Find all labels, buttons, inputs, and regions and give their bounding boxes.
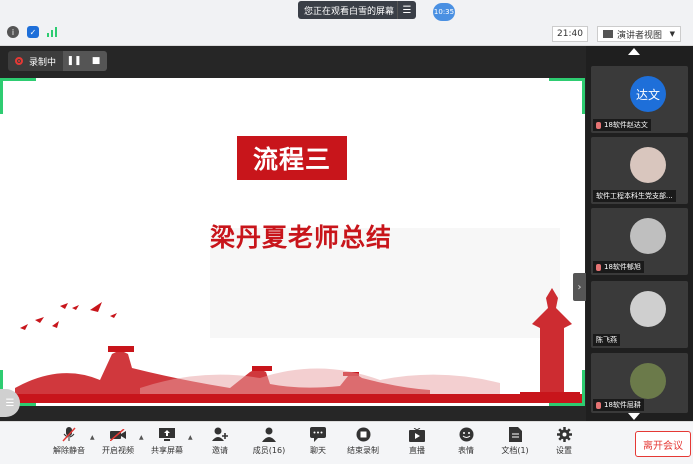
stop-recording-toolbar-button[interactable]: 结束录制 (341, 427, 385, 461)
participant-name: 软件工程本科生党支部... (593, 190, 676, 202)
camera-off-icon (110, 427, 126, 442)
shared-screen-area: 录制中 ❚❚ ■ 流程三 梁丹夏老师总结 › ☰ (0, 46, 586, 421)
settings-icon (556, 427, 572, 442)
recording-bar: 录制中 ❚❚ ■ (8, 51, 108, 71)
slide-footer-stripe (0, 394, 585, 403)
stop-record-icon (355, 427, 371, 442)
top-bar: 您正在观看白雪的屏幕 ☰ 10:35 i ✓ 21:40 演讲者视图 ▼ (0, 0, 693, 46)
avatar (630, 147, 666, 183)
chat-icon (310, 427, 326, 442)
presentation-slide: 流程三 梁丹夏老师总结 (0, 78, 585, 406)
avatar (630, 218, 666, 254)
share-screen-icon (159, 427, 175, 442)
emoji-icon (458, 427, 474, 442)
participant-name: 18软件赵达文 (593, 119, 651, 131)
pause-recording-button[interactable]: ❚❚ (63, 51, 86, 71)
chevron-up-icon[interactable]: ▲ (139, 434, 144, 441)
participant-tile[interactable]: 达文 18软件赵达文 (591, 66, 688, 133)
avatar (630, 363, 666, 399)
mic-muted-icon (596, 121, 601, 129)
share-screen-button[interactable]: 共享屏幕 (145, 427, 189, 461)
mic-muted-icon (596, 263, 601, 271)
leave-meeting-button[interactable]: 离开会议 (635, 431, 691, 457)
participant-panel: 达文 18软件赵达文 软件工程本科生党支部... 18软件郁旭 陈飞燕 18软件… (586, 46, 693, 421)
live-button[interactable]: 直播 (395, 427, 439, 461)
signal-icon[interactable] (46, 26, 58, 38)
timer-badge: 10:35 (433, 3, 455, 21)
participant-tile[interactable]: 软件工程本科生党支部... (591, 137, 688, 204)
documents-button[interactable]: 文档(1) (493, 427, 537, 461)
start-video-button[interactable]: 开启视频 (96, 427, 140, 461)
participant-name: 陈飞燕 (593, 334, 620, 346)
slide-subtitle: 梁丹夏老师总结 (209, 223, 392, 252)
mic-muted-icon (596, 401, 601, 409)
clock: 21:40 (552, 26, 588, 42)
great-wall-illustration (15, 288, 580, 398)
scroll-up-icon[interactable] (628, 48, 640, 55)
grid-view-icon (603, 30, 613, 38)
recording-status: 录制中 (8, 51, 64, 71)
hamburger-icon[interactable]: ☰ (397, 1, 416, 19)
avatar: 达文 (630, 76, 666, 112)
stop-recording-button[interactable]: ■ (85, 51, 108, 71)
slide-title: 流程三 (237, 136, 347, 180)
settings-button[interactable]: 设置 (542, 427, 586, 461)
chat-button[interactable]: 聊天 (296, 427, 340, 461)
chevron-up-icon[interactable]: ▲ (90, 434, 95, 441)
avatar (630, 291, 666, 327)
chevron-down-icon: ▼ (669, 30, 675, 38)
viewing-banner-text: 您正在观看白雪的屏幕 (304, 6, 395, 17)
document-icon (507, 427, 523, 442)
participant-tile[interactable]: 18软件郁旭 (591, 208, 688, 275)
participant-name: 18软件屈耕 (593, 399, 644, 411)
viewing-banner: 您正在观看白雪的屏幕 ☰ (298, 1, 416, 19)
members-button[interactable]: 成员(16) (247, 427, 291, 461)
scroll-down-icon[interactable] (628, 413, 640, 420)
view-mode-label: 演讲者视图 (617, 30, 663, 41)
participant-tile[interactable]: 18软件屈耕 (591, 353, 688, 413)
invite-icon (212, 427, 228, 442)
view-mode-dropdown[interactable]: 演讲者视图 ▼ (597, 26, 681, 42)
shield-icon[interactable]: ✓ (27, 26, 39, 38)
live-icon (409, 427, 425, 442)
chevron-up-icon[interactable]: ▲ (188, 434, 193, 441)
invite-button[interactable]: 邀请 (198, 427, 242, 461)
info-icon[interactable]: i (7, 26, 19, 38)
record-dot-icon (15, 57, 23, 65)
chevron-right-icon[interactable]: › (573, 273, 586, 301)
participant-name: 18软件郁旭 (593, 261, 644, 273)
bottom-toolbar: 解除静音 ▲ 开启视频 ▲ 共享屏幕 ▲ 邀请 成员(16) 聊天 结束录制 直… (0, 421, 693, 464)
recording-label: 录制中 (29, 57, 57, 68)
participant-tile[interactable]: 陈飞燕 (591, 281, 688, 348)
mic-muted-icon (61, 427, 77, 442)
members-icon (261, 427, 277, 442)
emoji-button[interactable]: 表情 (444, 427, 488, 461)
unmute-button[interactable]: 解除静音 (47, 427, 91, 461)
